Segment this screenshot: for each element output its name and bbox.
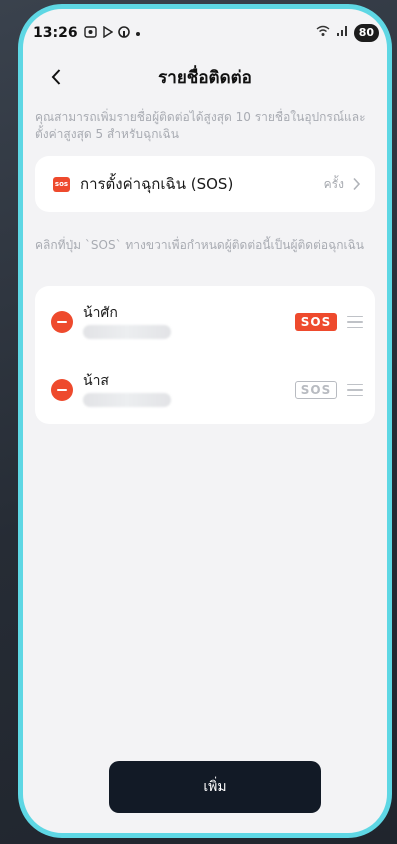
play-icon [102, 25, 113, 41]
back-button[interactable] [41, 62, 71, 92]
sos-settings-label: การตั้งค่าฉุกเฉิน (SOS) [80, 175, 234, 193]
sos-toggle-button[interactable]: SOS [295, 381, 337, 399]
status-bar: 13:26 80 [23, 9, 387, 57]
phone-screen: 13:26 80 รายชื่อติดต่อ คุณสามารถเพิ่มราย… [18, 4, 392, 838]
contact-info: น้าส [83, 373, 171, 407]
signal-icon [336, 25, 348, 41]
sos-settings-row[interactable]: sos การตั้งค่าฉุกเฉิน (SOS) ครั้ง [35, 156, 375, 212]
chevron-right-icon [352, 177, 361, 191]
sos-toggle-button[interactable]: SOS [295, 313, 337, 331]
page-title: รายชื่อติดต่อ [158, 67, 252, 88]
status-right: 80 [316, 24, 379, 42]
drag-handle-icon[interactable] [347, 315, 363, 329]
contact-info: น้าศัก [83, 305, 171, 339]
contact-list: น้าศัก SOS น้าส SOS [35, 286, 375, 424]
notification-icons [83, 25, 141, 41]
sos-settings-value: ครั้ง [323, 176, 344, 191]
nav-bar: รายชื่อติดต่อ [23, 57, 387, 97]
dot-icon [135, 26, 141, 40]
wifi-icon [316, 25, 330, 41]
remove-contact-button[interactable] [51, 379, 73, 401]
sos-chip-icon: sos [53, 176, 70, 192]
drag-handle-icon[interactable] [347, 383, 363, 397]
battery-level: 80 [353, 24, 379, 42]
contact-phone-blurred [83, 393, 171, 407]
info-text: คุณสามารถเพิ่มรายชื่อผู้ติดต่อได้สูงสุด … [35, 110, 366, 141]
status-time: 13:26 [33, 25, 78, 41]
contact-row: น้าศัก SOS [35, 288, 375, 356]
add-button[interactable]: เพิ่ม [109, 761, 321, 813]
contact-name: น้าศัก [83, 305, 118, 321]
contact-row: น้าส SOS [35, 356, 375, 424]
contact-name: น้าส [83, 373, 109, 389]
screenshot-icon [83, 25, 97, 41]
app-icon [117, 25, 130, 41]
chevron-left-icon [51, 69, 61, 85]
contact-phone-blurred [83, 325, 171, 339]
hint-text: คลิกที่ปุ่ม `SOS` ทางขวาเพื่อกำหนดผู้ติด… [35, 238, 364, 252]
remove-contact-button[interactable] [51, 311, 73, 333]
